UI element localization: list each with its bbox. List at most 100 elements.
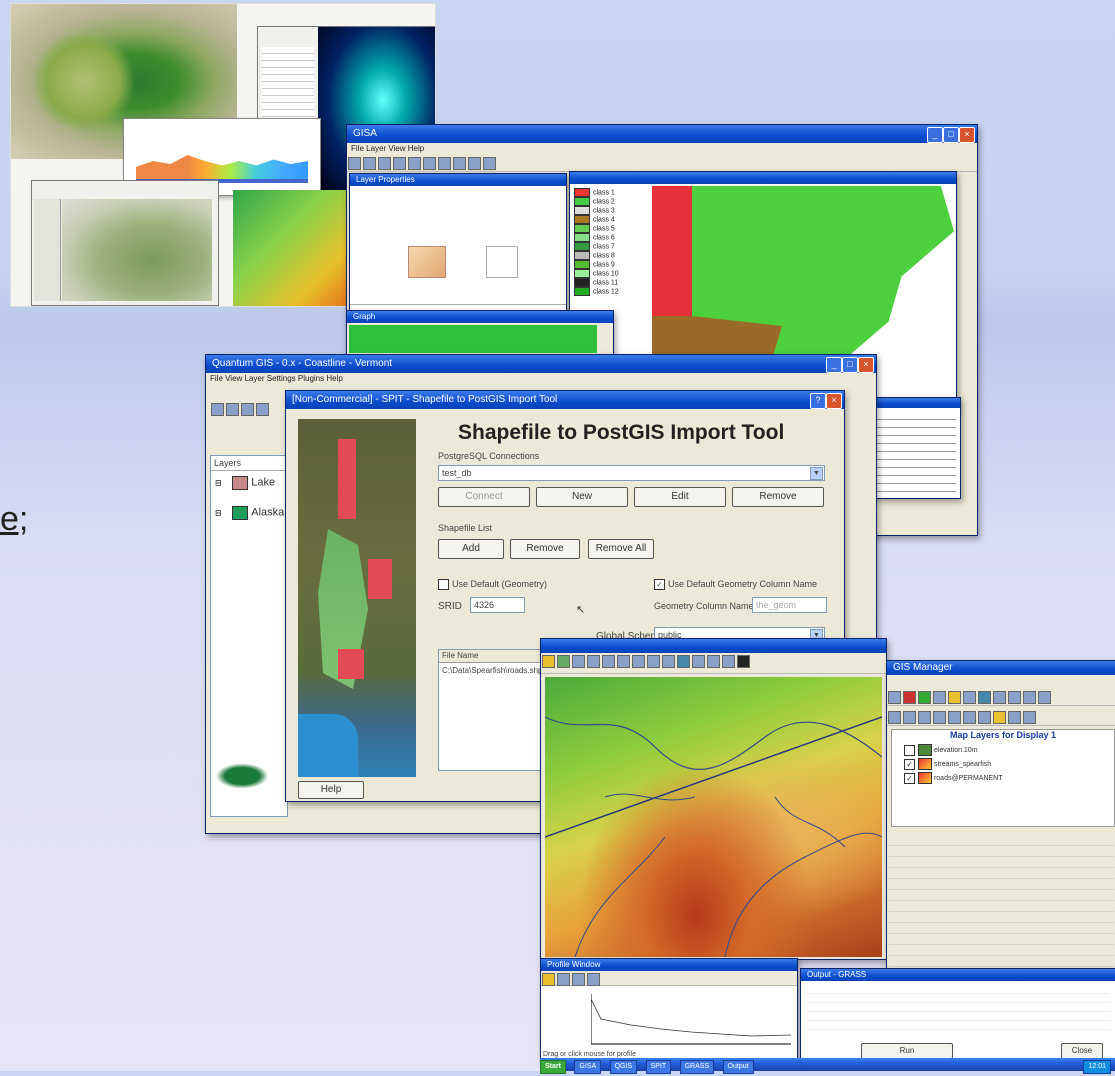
qgis-menubar[interactable]: File View Layer Settings Plugins Help <box>206 373 876 385</box>
zoom-icon[interactable] <box>211 403 224 416</box>
layer-row-label: roads@PERMANENT <box>933 774 1003 782</box>
layer-row-label: streams_spearfish <box>933 760 992 768</box>
pan-icon[interactable] <box>241 403 254 416</box>
qgis-titlebar: Quantum GIS - 0.x - Coastline - Vermont … <box>206 355 876 373</box>
line-icon <box>486 246 518 278</box>
alaska-overview <box>215 756 283 796</box>
minimize-button[interactable]: _ <box>927 127 943 143</box>
remove-all-button[interactable]: Remove All <box>588 539 654 559</box>
layer-item-lake[interactable]: ⊟ Lake <box>215 476 275 490</box>
lake-swatch <box>232 476 249 490</box>
edit-connection-button[interactable]: Edit <box>634 487 726 507</box>
add-button[interactable]: Add <box>438 539 504 559</box>
elevation-map <box>545 677 882 957</box>
file-name-header: File Name <box>442 651 479 660</box>
slide-partial-text: e; <box>0 500 29 538</box>
gis-toolbar <box>347 155 977 172</box>
default-column-label: Use Default Geometry Column Name <box>668 579 818 589</box>
chevron-down-icon[interactable]: ▼ <box>810 467 823 480</box>
geometry-column-input[interactable]: the_geom <box>752 597 827 613</box>
taskbar-item[interactable]: GRASS <box>679 1060 715 1074</box>
layer-item-alaska[interactable]: ⊟ Alaska <box>215 506 284 520</box>
new-connection-button[interactable]: New <box>536 487 628 507</box>
close-button[interactable]: × <box>826 393 842 409</box>
tool-icon[interactable] <box>423 157 436 170</box>
layer-row[interactable]: ✓ streams_spearfish <box>904 758 991 770</box>
tool-icon[interactable] <box>348 157 361 170</box>
taskbar-item[interactable]: QGIS <box>609 1060 638 1074</box>
spit-titlebar: [Non-Commercial] - SPIT - Shapefile to P… <box>286 391 844 409</box>
tool-icon[interactable] <box>408 157 421 170</box>
taskbar-item[interactable]: Output <box>722 1060 754 1074</box>
run-button[interactable]: Run <box>861 1043 953 1059</box>
taskbar-item[interactable]: SPIT <box>645 1060 672 1074</box>
profile-plot <box>591 994 791 1045</box>
refresh-icon[interactable] <box>256 403 269 416</box>
connect-button[interactable]: Connect <box>438 487 530 507</box>
maximize-button[interactable]: □ <box>943 127 959 143</box>
tool-icon[interactable] <box>483 157 496 170</box>
remove-button[interactable]: Remove <box>510 539 580 559</box>
default-geometry-label: Use Default (Geometry) <box>452 579 548 589</box>
profile-status: Drag or click mouse for profile <box>543 1051 636 1058</box>
attribute-table-window <box>873 397 961 499</box>
grass-toolbar <box>541 653 886 674</box>
layer-row[interactable]: ✓ roads@PERMANENT <box>904 772 1003 784</box>
profile-title: Profile Window <box>541 959 797 971</box>
gis-menubar[interactable]: File Layer View Help <box>347 143 977 155</box>
layer-label-alaska: Alaska <box>251 506 285 519</box>
graph-window: Graph <box>346 310 614 356</box>
start-button[interactable]: Start <box>540 1060 566 1074</box>
layer-row[interactable]: elevation.10m <box>904 744 978 756</box>
geometry-column-label: Geometry Column Name <box>654 601 754 611</box>
crater-highlight <box>29 34 139 129</box>
srid-value: 4326 <box>474 600 495 610</box>
geometry-column-value: the_geom <box>756 600 797 610</box>
zoom-out-icon[interactable] <box>226 403 239 416</box>
layers-panel: Layers ⊟ Lake ⊟ Alaska <box>210 455 288 817</box>
default-column-checkbox[interactable]: ✓ Use Default Geometry Column Name <box>654 579 818 591</box>
output-title: Output - GRASS <box>801 969 1115 981</box>
dem-map-window <box>31 180 219 306</box>
default-geometry-checkbox[interactable]: Use Default (Geometry) <box>438 579 548 591</box>
tool-icon[interactable] <box>438 157 451 170</box>
spit-heading: Shapefile to PostGIS Import Tool <box>458 421 785 444</box>
streams-overlay <box>545 716 882 957</box>
minimize-button[interactable]: _ <box>826 357 842 373</box>
graph-title: Graph <box>347 311 613 323</box>
connection-select[interactable]: test_db ▼ <box>438 465 825 481</box>
qgis-toolbar <box>210 401 288 447</box>
help-button[interactable]: Help <box>298 781 364 799</box>
grass-map-display <box>540 638 887 960</box>
grass-manager-title: GIS Manager <box>893 662 953 673</box>
tool-icon[interactable] <box>378 157 391 170</box>
file-row[interactable]: C:\Data\Spearfish\roads.shp <box>442 666 543 675</box>
tool-icon[interactable] <box>393 157 406 170</box>
connections-label: PostgreSQL Connections <box>438 451 540 461</box>
tool-icon[interactable] <box>363 157 376 170</box>
srid-input[interactable]: 4326 <box>470 597 525 613</box>
connection-value: test_db <box>442 468 472 478</box>
layer-panel-title: Layer Properties <box>350 174 566 186</box>
map-layers-panel: Map Layers for Display 1 elevation.10m ✓… <box>891 729 1115 827</box>
grass-display-titlebar <box>541 639 886 653</box>
aerial-image <box>298 419 416 777</box>
alaska-swatch <box>232 506 249 520</box>
remove-connection-button[interactable]: Remove <box>732 487 824 507</box>
mouse-cursor-icon: ↖ <box>576 604 586 616</box>
shapefile-list-label: Shapefile List <box>438 523 493 533</box>
taskbar-item[interactable]: GISA <box>574 1060 602 1074</box>
tool-icon[interactable] <box>468 157 481 170</box>
help-icon[interactable]: ? <box>810 393 826 409</box>
tool-icon[interactable] <box>453 157 466 170</box>
spit-title: [Non-Commercial] - SPIT - Shapefile to P… <box>292 394 558 405</box>
layer-label-lake: Lake <box>251 476 276 489</box>
close-button[interactable]: × <box>959 127 975 143</box>
layer-options-panel <box>889 835 1114 969</box>
polygon-icon <box>408 246 446 278</box>
maximize-button[interactable]: □ <box>842 357 858 373</box>
grass-manager-titlebar: GIS Manager <box>887 661 1115 675</box>
close-output-button[interactable]: Close <box>1061 1043 1103 1059</box>
close-button[interactable]: × <box>858 357 874 373</box>
output-window: Output - GRASS Run Close <box>800 968 1115 1062</box>
